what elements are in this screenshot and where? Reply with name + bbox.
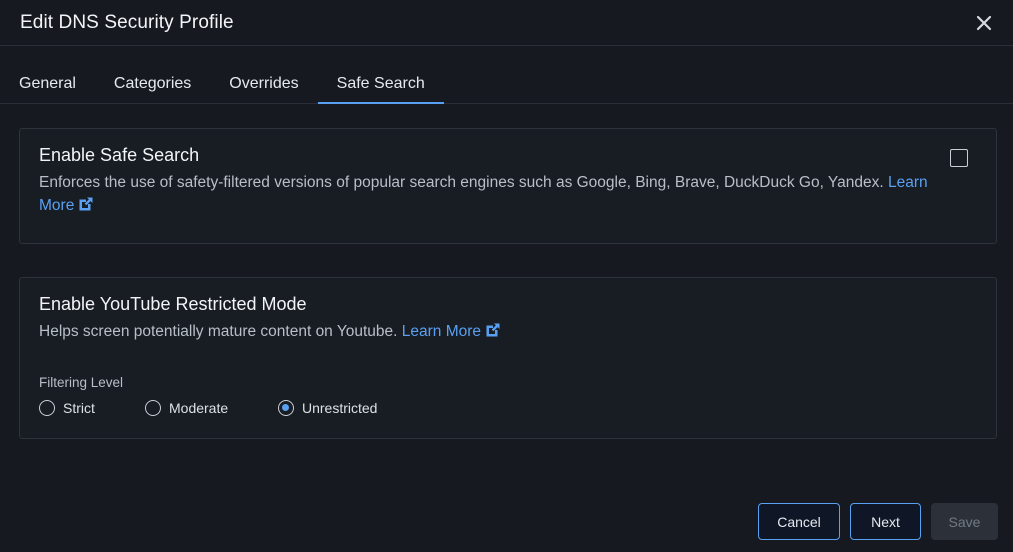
radio-strict-label: Strict: [63, 400, 95, 416]
safe-search-description: Enforces the use of safety-filtered vers…: [39, 174, 884, 191]
enable-safe-search-checkbox[interactable]: [950, 149, 968, 167]
dialog-footer: Cancel Next Save: [758, 503, 998, 540]
radio-moderate[interactable]: Moderate: [145, 400, 278, 416]
filtering-level-label: Filtering Level: [39, 375, 124, 390]
radio-unrestricted-circle[interactable]: [278, 400, 294, 416]
youtube-learn-more-link[interactable]: Learn More: [402, 323, 501, 340]
radio-strict-circle[interactable]: [39, 400, 55, 416]
learn-more-text-part1: Learn: [887, 174, 928, 191]
learn-more-text: Learn More: [401, 323, 482, 340]
radio-moderate-circle[interactable]: [145, 400, 161, 416]
tab-general[interactable]: General: [0, 75, 95, 103]
youtube-description: Helps screen potentially mature content …: [39, 323, 398, 340]
external-link-icon: [79, 197, 93, 211]
tab-overrides[interactable]: Overrides: [210, 75, 317, 103]
dialog-header: Edit DNS Security Profile: [0, 0, 1013, 46]
next-button[interactable]: Next: [850, 503, 921, 540]
close-button[interactable]: [973, 12, 995, 34]
youtube-description-block: Helps screen potentially mature content …: [39, 320, 969, 343]
radio-unrestricted[interactable]: Unrestricted: [278, 400, 377, 416]
dialog-title: Edit DNS Security Profile: [20, 11, 234, 33]
filtering-level-radio-group: Strict Moderate Unrestricted: [39, 400, 377, 416]
radio-strict[interactable]: Strict: [39, 400, 145, 416]
safe-search-learn-more-link-cont[interactable]: More: [39, 197, 94, 214]
save-button[interactable]: Save: [931, 503, 998, 540]
radio-moderate-label: Moderate: [169, 400, 229, 416]
tab-bar: General Categories Overrides Safe Search: [0, 46, 1013, 104]
radio-unrestricted-label: Unrestricted: [302, 400, 378, 416]
safe-search-card: Enable Safe Search Enforces the use of s…: [19, 128, 997, 244]
youtube-restricted-card: Enable YouTube Restricted Mode Helps scr…: [19, 277, 997, 439]
close-icon: [976, 15, 992, 30]
tab-safe-search[interactable]: Safe Search: [317, 75, 444, 104]
youtube-restricted-title: Enable YouTube Restricted Mode: [39, 294, 307, 314]
edit-dns-security-profile-dialog: Edit DNS Security Profile General Catego…: [0, 0, 1013, 552]
tab-categories[interactable]: Categories: [95, 75, 210, 103]
safe-search-description-block: Enforces the use of safety-filtered vers…: [39, 171, 969, 217]
external-link-icon: [486, 323, 500, 337]
cancel-button[interactable]: Cancel: [758, 503, 840, 540]
safe-search-learn-more-link[interactable]: Learn: [888, 174, 928, 191]
safe-search-title: Enable Safe Search: [39, 145, 200, 165]
learn-more-text-part2: More: [39, 197, 75, 214]
